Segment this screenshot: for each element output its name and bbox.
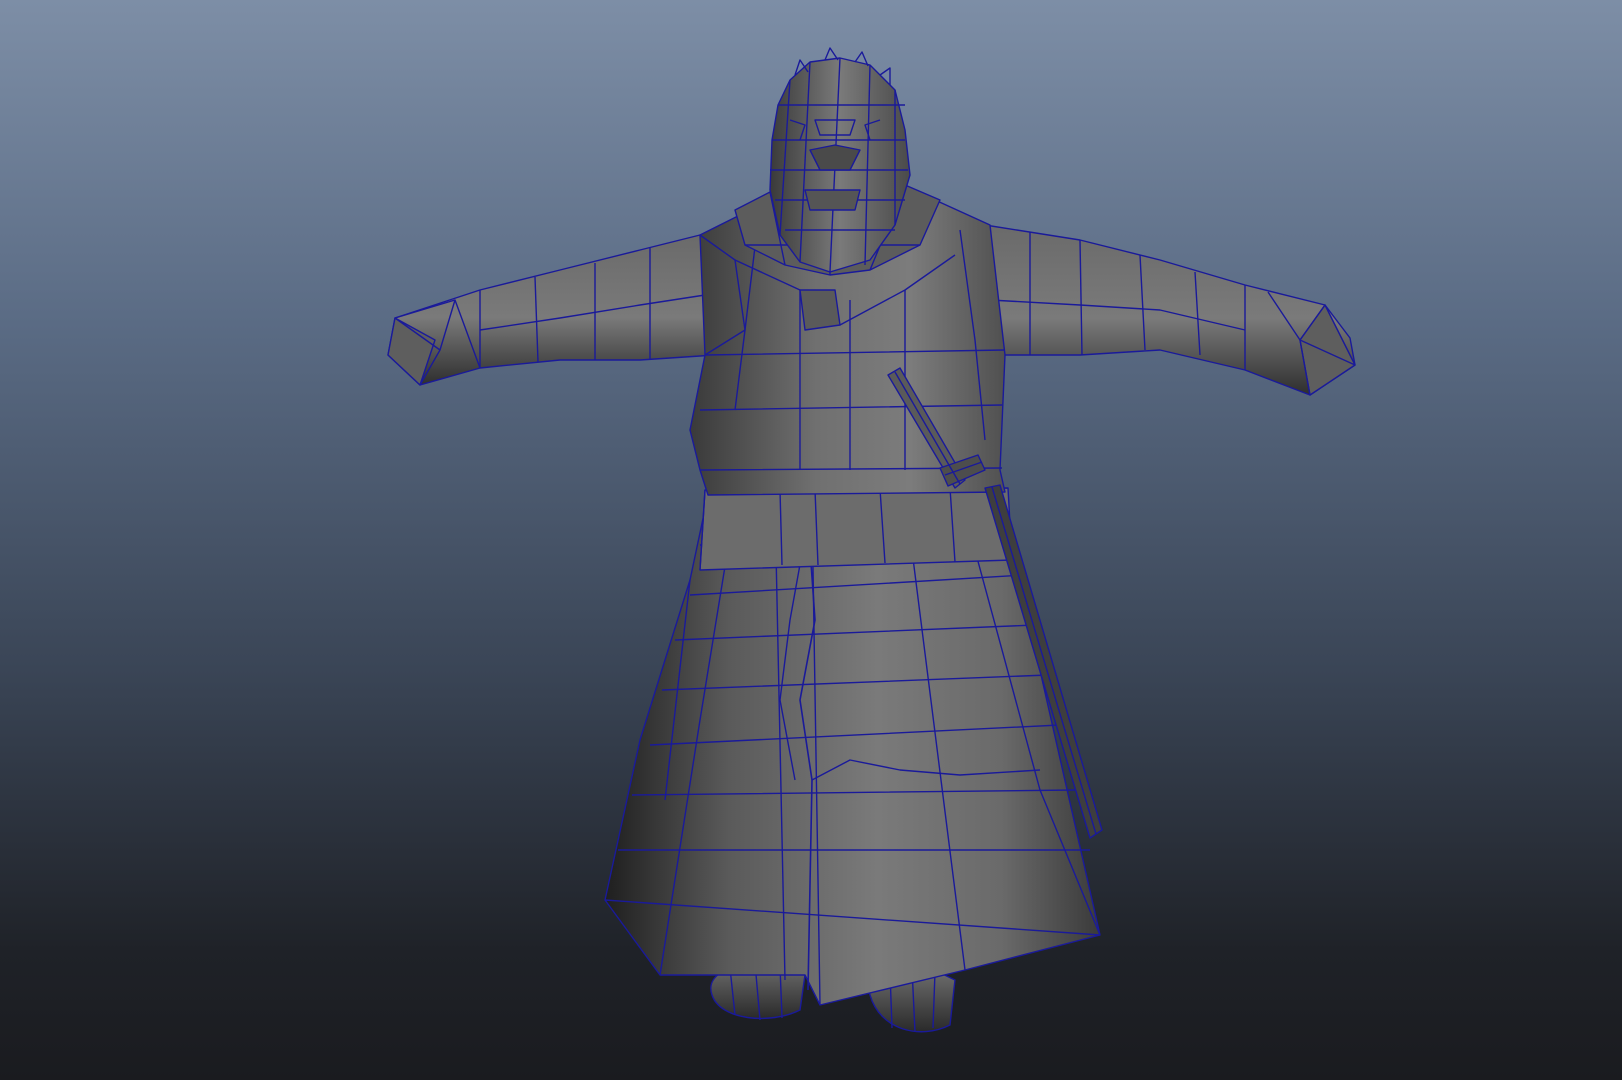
right-arm[interactable] — [984, 224, 1356, 396]
character-mesh[interactable] — [387, 47, 1356, 1033]
belt[interactable] — [699, 487, 1013, 571]
viewport-canvas[interactable] — [0, 0, 1622, 1080]
left-arm[interactable] — [387, 234, 716, 386]
coat-skirt[interactable] — [604, 491, 1101, 1006]
3d-viewport[interactable] — [0, 0, 1622, 1080]
